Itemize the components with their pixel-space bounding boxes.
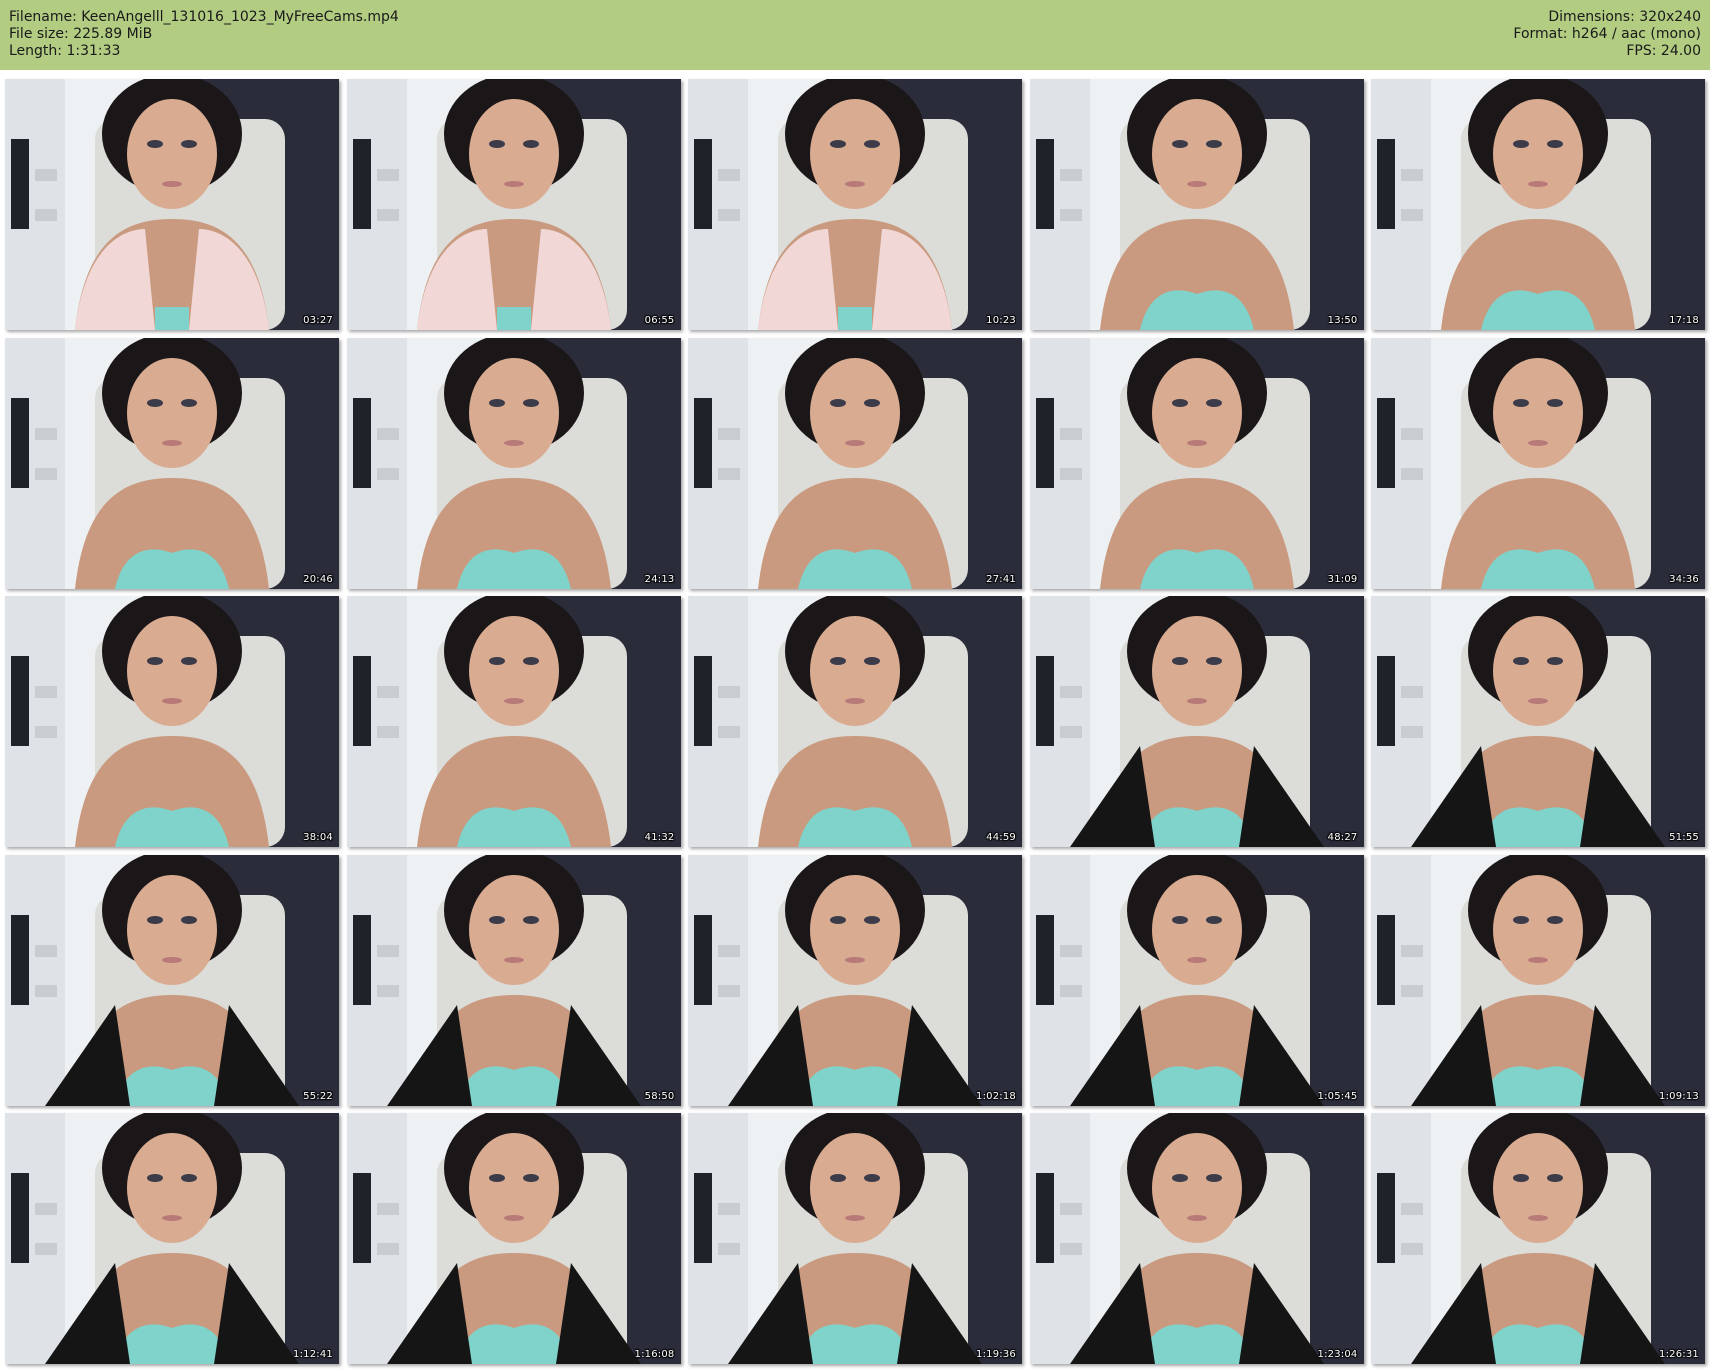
video-thumbnail[interactable]: 34:36: [1371, 337, 1705, 589]
thumbnail-timestamp: 10:23: [986, 315, 1016, 326]
video-thumbnail[interactable]: 31:09: [1029, 337, 1364, 589]
video-frame-image: [1371, 854, 1705, 1106]
video-thumbnail[interactable]: 27:41: [688, 337, 1022, 589]
fps-text: FPS: 24.00: [1626, 43, 1701, 59]
video-frame-image: [688, 79, 1022, 330]
dimensions-text: Dimensions: 320x240: [1548, 9, 1701, 25]
thumbnail-timestamp: 03:27: [303, 315, 333, 326]
thumbnail-timestamp: 48:27: [1327, 832, 1358, 843]
thumbnail-timestamp: 17:18: [1669, 315, 1699, 326]
video-thumbnail[interactable]: 1:19:36: [688, 1113, 1022, 1364]
video-thumbnail[interactable]: 20:46: [5, 337, 339, 589]
thumbnail-timestamp: 58:50: [644, 1090, 675, 1102]
video-thumbnail[interactable]: 1:09:13: [1371, 854, 1705, 1106]
video-frame-image: [688, 337, 1022, 589]
thumbnail-timestamp: 1:19:36: [976, 1349, 1016, 1360]
video-thumbnail[interactable]: 1:16:08: [346, 1113, 681, 1364]
video-thumbnail[interactable]: 1:23:04: [1029, 1113, 1364, 1364]
video-frame-image: [1371, 337, 1705, 589]
length-text: Length: 1:31:33: [9, 43, 121, 59]
video-thumbnail[interactable]: 55:22: [5, 854, 339, 1106]
video-frame-image: [346, 337, 681, 589]
video-frame-image: [1371, 79, 1705, 330]
video-thumbnail[interactable]: 24:13: [346, 337, 681, 589]
video-thumbnail[interactable]: 41:32: [346, 596, 681, 847]
video-thumbnail[interactable]: 58:50: [346, 854, 681, 1106]
video-thumbnail[interactable]: 03:27: [5, 79, 339, 330]
video-thumbnail[interactable]: 10:23: [688, 79, 1022, 330]
video-frame-image: [346, 79, 681, 330]
video-frame-image: [1029, 79, 1364, 330]
thumbnail-timestamp: 41:32: [644, 832, 675, 843]
thumbnail-timestamp: 24:13: [644, 573, 675, 585]
video-thumbnail[interactable]: 38:04: [5, 596, 339, 847]
video-frame-image: [1029, 337, 1364, 589]
video-frame-image: [1029, 854, 1364, 1106]
thumbnail-timestamp: 06:55: [644, 315, 675, 326]
thumbnail-timestamp: 34:36: [1669, 573, 1699, 585]
video-frame-image: [5, 596, 339, 847]
video-thumbnail[interactable]: 17:18: [1371, 79, 1705, 330]
video-thumbnail[interactable]: 1:02:18: [688, 854, 1022, 1106]
thumbnail-timestamp: 1:02:18: [976, 1090, 1016, 1102]
thumbnail-timestamp: 31:09: [1327, 573, 1358, 585]
video-frame-image: [688, 1113, 1022, 1364]
media-info: Dimensions: 320x240 Format: h264 / aac (…: [1513, 9, 1701, 60]
video-frame-image: [346, 1113, 681, 1364]
video-frame-image: [688, 596, 1022, 847]
info-header: Filename: KeenAngelll_131016_1023_MyFree…: [0, 0, 1710, 70]
video-thumbnail[interactable]: 51:55: [1371, 596, 1705, 847]
video-frame-image: [5, 337, 339, 589]
video-frame-image: [346, 596, 681, 847]
thumbnail-timestamp: 1:23:04: [1317, 1349, 1358, 1360]
thumbnail-timestamp: 1:09:13: [1659, 1090, 1699, 1102]
thumbnail-timestamp: 51:55: [1669, 832, 1699, 843]
thumbnail-timestamp: 38:04: [303, 832, 333, 843]
video-frame-image: [5, 854, 339, 1106]
file-info: Filename: KeenAngelll_131016_1023_MyFree…: [9, 9, 399, 60]
format-text: Format: h264 / aac (mono): [1513, 26, 1701, 42]
thumbnail-timestamp: 1:16:08: [634, 1349, 675, 1360]
thumbnail-grid: 03:27 06:55 10:23 13:50 17:18 20:46 24:13 27:41…: [5, 79, 1705, 1364]
video-frame-image: [5, 79, 339, 330]
video-thumbnail[interactable]: 06:55: [346, 79, 681, 330]
video-frame-image: [1371, 1113, 1705, 1364]
video-thumbnail[interactable]: 44:59: [688, 596, 1022, 847]
video-frame-image: [1029, 1113, 1364, 1364]
video-thumbnail[interactable]: 48:27: [1029, 596, 1364, 847]
video-thumbnail[interactable]: 1:05:45: [1029, 854, 1364, 1106]
video-frame-image: [1371, 596, 1705, 847]
video-thumbnail[interactable]: 1:26:31: [1371, 1113, 1705, 1364]
thumbnail-timestamp: 44:59: [986, 832, 1016, 843]
thumbnail-timestamp: 1:26:31: [1659, 1349, 1699, 1360]
filename-text: Filename: KeenAngelll_131016_1023_MyFree…: [9, 9, 399, 25]
thumbnail-timestamp: 55:22: [303, 1090, 333, 1102]
video-frame-image: [5, 1113, 339, 1364]
video-thumbnail[interactable]: 13:50: [1029, 79, 1364, 330]
video-frame-image: [688, 854, 1022, 1106]
thumbnail-timestamp: 20:46: [303, 573, 333, 585]
video-frame-image: [1029, 596, 1364, 847]
thumbnail-timestamp: 13:50: [1327, 315, 1358, 326]
filesize-text: File size: 225.89 MiB: [9, 26, 153, 42]
video-frame-image: [346, 854, 681, 1106]
thumbnail-timestamp: 1:12:41: [293, 1349, 333, 1360]
thumbnail-timestamp: 27:41: [986, 573, 1016, 585]
thumbnail-timestamp: 1:05:45: [1317, 1090, 1358, 1102]
video-thumbnail[interactable]: 1:12:41: [5, 1113, 339, 1364]
